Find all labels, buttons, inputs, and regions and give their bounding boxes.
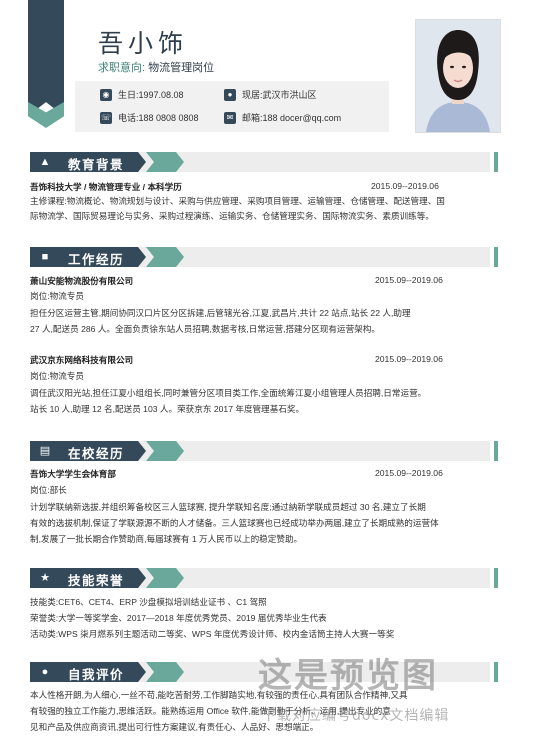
header-ribbon — [28, 0, 64, 116]
section-endcap — [494, 247, 498, 267]
trophy-icon: ★ — [40, 572, 50, 584]
preview-watermark-caption: 下载对应编号docx文档编辑 — [262, 708, 450, 724]
resume-name: 吾小饰 — [98, 29, 189, 58]
campus-line-1: 计划学联納新选拔,并组织筹备校区三人篮球赛, 提升学联知名度;通过納新学联成员超… — [30, 502, 426, 512]
campus-line-2: 有效的选拔机制,保证了学联源源不断的人才储备。三人篮球赛也已经成功举办两届,建立… — [30, 518, 439, 528]
job-2-line-2: 站长 10 人,助理 12 名,配送员 103 人。荣获京东 2017 年度管理… — [30, 404, 305, 414]
birthday-row: ◉ 生日:1997.08.08 — [100, 88, 184, 101]
campus-date: 2015.09--2019.06 — [375, 468, 443, 478]
birthday-text: 生日:1997.08.08 — [118, 90, 184, 100]
section-title: 工作经历 — [68, 253, 125, 267]
skills-line-2: 荣誉类:大学一等奖学金、2017—2018 年度优秀党员、2019 届优秀毕业生… — [30, 613, 327, 623]
email-row: ✉ 邮箱:188 docer@qq.com — [224, 111, 341, 124]
section-title: 自我评价 — [68, 668, 125, 682]
section-header-education: ▲ 教育背景 — [30, 152, 498, 172]
portrait-illustration — [416, 20, 500, 132]
job-intention-value: 物流管理岗位 — [148, 62, 215, 74]
phone-row: ☏ 电话:188 0808 0808 — [100, 111, 199, 124]
section-endcap — [494, 568, 498, 588]
birthday-icon: ◉ — [100, 88, 112, 101]
section-endcap — [494, 662, 498, 682]
campus-position: 岗位:部长 — [30, 485, 67, 495]
section-header-work: ■ 工作经历 — [30, 247, 498, 267]
profile-photo — [415, 19, 501, 133]
email-text: 邮箱:188 docer@qq.com — [242, 113, 342, 123]
preview-watermark: 这是预览图 — [258, 656, 438, 696]
phone-text: 电话:188 0808 0808 — [118, 113, 199, 123]
skills-line-1: 技能类:CET6、CET4、ERP 沙盘模拟培训结业证书 、C1 驾照 — [30, 597, 267, 607]
email-icon: ✉ — [224, 111, 236, 124]
job-1-line-1: 担任分区运营主管,期间协同汉口片区分区拆建,后管辖光谷,江夏,武昌片,共计 22… — [30, 308, 411, 318]
section-header-skills: ★ 技能荣誉 — [30, 568, 498, 588]
section-header-campus: ▤ 在校经历 — [30, 441, 498, 461]
job-1-position: 岗位:物流专员 — [30, 291, 84, 301]
phone-icon: ☏ — [100, 111, 112, 124]
job-intention: 求职意向: 物流管理岗位 — [98, 59, 214, 75]
section-title: 教育背景 — [68, 158, 125, 172]
job-2-position: 岗位:物流专员 — [30, 371, 84, 381]
header-ribbon-accent — [28, 102, 64, 128]
location-pin-icon: ● — [224, 88, 236, 101]
education-course-line-1: 主修课程:物流概论、物流规划与设计、采购与供应管理、采购项目管理、运输管理、仓储… — [30, 196, 445, 206]
job-1-date: 2015.09--2019.06 — [375, 275, 443, 285]
skills-line-3: 活动类:WPS 柒月燃系列主题活动二等奖、WPS 年度优秀设计师、校内金话筒主持… — [30, 629, 395, 639]
book-icon: ▤ — [39, 445, 51, 457]
section-endcap — [494, 441, 498, 461]
education-course-line-2: 际物流学、国际贸易理论与实务、采购过程演练、运输实务、仓储管理实务、国际物流实务… — [30, 211, 434, 221]
briefcase-icon: ■ — [41, 251, 49, 263]
section-title: 在校经历 — [68, 447, 125, 461]
campus-line-3: 制,发展了一批长期合作赞助商,每届球赛有 1 万人民币以上的稳定赞助。 — [30, 534, 303, 544]
graduation-cap-icon: ▲ — [39, 156, 51, 168]
user-icon: ● — [41, 666, 49, 678]
job-intention-label: 求职意向: — [98, 62, 146, 74]
section-title: 技能荣誉 — [68, 574, 125, 588]
job-2-line-1: 调任武汉阳光站,担任江夏小组组长,同时兼管分区项目类工作,全面统筹江夏小组管理人… — [30, 388, 427, 398]
education-date: 2015.09--2019.06 — [371, 181, 439, 191]
location-text: 现居:武汉市洪山区 — [242, 90, 317, 100]
section-endcap — [494, 152, 498, 172]
location-row: ● 现居:武汉市洪山区 — [224, 88, 317, 101]
job-2-date: 2015.09--2019.06 — [375, 354, 443, 364]
job-1-line-2: 27 人,配送员 286 人。全面负责徐东站人员招聘,数据考核,日常运营,搭建分… — [30, 324, 380, 334]
